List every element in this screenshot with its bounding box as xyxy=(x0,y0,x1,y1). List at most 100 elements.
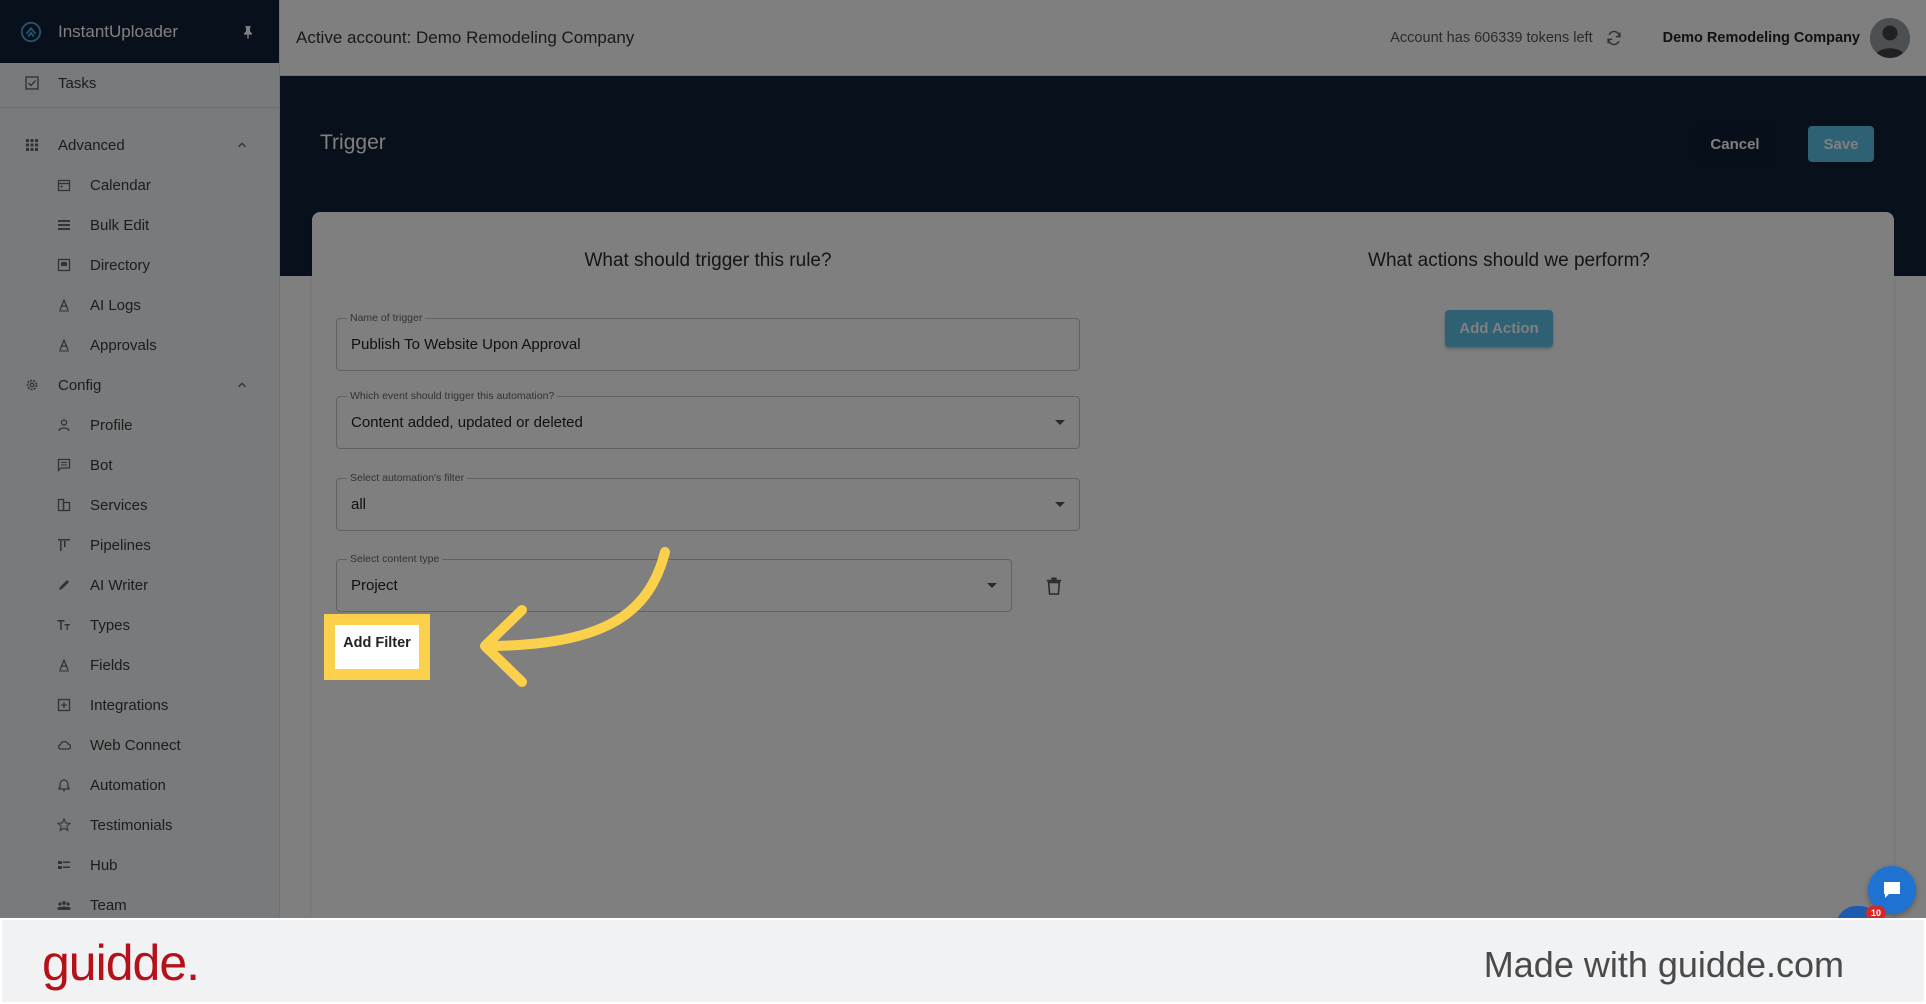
active-account-label: Active account: Demo Remodeling Company xyxy=(296,27,635,47)
pin-icon[interactable] xyxy=(237,21,259,43)
sidebar-item-label: Fields xyxy=(90,656,131,674)
person-icon xyxy=(56,417,72,433)
delete-icon[interactable] xyxy=(1043,574,1065,598)
avatar[interactable] xyxy=(1870,17,1910,58)
sidebar-item-label: Approvals xyxy=(90,336,157,354)
dropdown-arrow-icon xyxy=(987,582,997,588)
sidebar-item-ai-writer[interactable]: AI Writer xyxy=(0,565,279,605)
list-icon xyxy=(56,217,72,233)
sidebar-item-label: Directory xyxy=(90,256,151,274)
sidebar: InstantUploader Tasks Advanced Calendar … xyxy=(0,0,280,918)
sidebar-header: InstantUploader xyxy=(0,0,279,63)
pipeline-icon xyxy=(56,537,72,553)
chat-bubble-icon xyxy=(1884,882,1900,898)
event-select-value: Content added, updated or deleted xyxy=(351,414,583,431)
content-type-select[interactable]: Select content type Project xyxy=(336,553,1012,612)
filter-select-value: all xyxy=(351,496,367,513)
sidebar-item-label: Profile xyxy=(90,416,133,434)
trigger-name-field[interactable]: Name of trigger Publish To Website Upon … xyxy=(336,312,1080,371)
directory-icon xyxy=(56,257,72,273)
letter-a-icon xyxy=(56,337,72,353)
hub-icon xyxy=(56,857,72,873)
sidebar-item-label: Calendar xyxy=(90,176,151,194)
sidebar-item-label: Integrations xyxy=(90,696,169,714)
gear-icon xyxy=(24,377,40,393)
pencil-icon xyxy=(56,577,72,593)
guidde-logo: guidde. xyxy=(42,935,200,991)
sidebar-item-label: Automation xyxy=(90,776,166,794)
sidebar-item-label: Hub xyxy=(90,856,118,874)
sidebar-item-bulk-edit[interactable]: Bulk Edit xyxy=(0,205,279,245)
plus-box-icon xyxy=(56,697,72,713)
cancel-button[interactable]: Cancel xyxy=(1695,126,1775,162)
bell-icon xyxy=(56,777,72,793)
sidebar-item-services[interactable]: Services xyxy=(0,485,279,525)
sidebar-item-calendar[interactable]: Calendar xyxy=(0,165,279,205)
sidebar-item-testimonials[interactable]: Testimonials xyxy=(0,805,279,845)
top-bar: Active account: Demo Remodeling Company … xyxy=(280,0,1926,76)
sidebar-item-label: Tasks xyxy=(58,74,97,92)
sidebar-item-label: Testimonials xyxy=(90,816,173,834)
company-name[interactable]: Demo Remodeling Company xyxy=(1663,30,1860,46)
sidebar-item-label: Services xyxy=(90,496,148,514)
star-icon xyxy=(56,817,72,833)
sidebar-item-label: Config xyxy=(58,376,102,394)
chevron-up-icon[interactable] xyxy=(234,377,250,393)
sidebar-item-label: AI Logs xyxy=(90,296,141,314)
sidebar-item-tasks[interactable]: Tasks xyxy=(0,63,279,103)
tokens-text: Account has 606339 tokens left xyxy=(1390,29,1593,46)
sidebar-item-config[interactable]: Config xyxy=(0,365,279,405)
sidebar-item-label: Types xyxy=(90,616,131,634)
sidebar-item-advanced[interactable]: Advanced xyxy=(0,125,279,165)
filter-select[interactable]: Select automation's filter all xyxy=(336,472,1080,531)
sidebar-item-approvals[interactable]: Approvals xyxy=(0,325,279,365)
sidebar-item-directory[interactable]: Directory xyxy=(0,245,279,285)
made-with-text: Made with guidde.com xyxy=(1483,944,1844,985)
page-title: Trigger xyxy=(320,131,386,154)
content-type-value: Project xyxy=(351,577,398,594)
trigger-card: What should trigger this rule? What acti… xyxy=(312,212,1894,932)
save-button[interactable]: Save xyxy=(1808,126,1874,162)
grid-icon xyxy=(24,137,40,153)
footer-bar: guidde. Made with guidde.com xyxy=(0,918,1926,1004)
sidebar-item-integrations[interactable]: Integrations xyxy=(0,685,279,725)
sidebar-item-fields[interactable]: Fields xyxy=(0,645,279,685)
sidebar-item-team[interactable]: Team xyxy=(0,885,279,918)
sidebar-item-hub[interactable]: Hub xyxy=(0,845,279,885)
sidebar-item-types[interactable]: Types xyxy=(0,605,279,645)
dropdown-arrow-icon xyxy=(1055,501,1065,507)
refresh-icon[interactable] xyxy=(1603,27,1625,49)
services-icon xyxy=(56,497,72,513)
chevron-up-icon[interactable] xyxy=(234,137,250,153)
trigger-name-value: Publish To Website Upon Approval xyxy=(351,336,581,353)
tokens-status: Account has 606339 tokens left xyxy=(1390,27,1624,49)
app-name: InstantUploader xyxy=(58,21,179,41)
sidebar-item-ai-logs[interactable]: AI Logs xyxy=(0,285,279,325)
sidebar-item-label: Team xyxy=(90,896,127,914)
sidebar-item-label: Bot xyxy=(90,456,113,474)
sidebar-item-bot[interactable]: Bot xyxy=(0,445,279,485)
sidebar-item-label: AI Writer xyxy=(90,576,149,594)
letter-a-icon xyxy=(56,657,72,673)
sidebar-item-label: Pipelines xyxy=(90,536,151,554)
sidebar-item-web-connect[interactable]: Web Connect xyxy=(0,725,279,765)
event-select[interactable]: Which event should trigger this automati… xyxy=(336,390,1080,449)
calendar-icon xyxy=(56,177,72,193)
sidebar-item-automation[interactable]: Automation xyxy=(0,765,279,805)
sidebar-divider xyxy=(0,107,279,108)
chat-icon xyxy=(56,457,72,473)
dropdown-arrow-icon xyxy=(1055,419,1065,425)
sidebar-item-profile[interactable]: Profile xyxy=(0,405,279,445)
add-action-button[interactable]: Add Action xyxy=(1445,310,1553,347)
highlight-frame: Add Filter xyxy=(324,614,430,680)
actions-heading: What actions should we perform? xyxy=(1368,250,1650,271)
text-type-icon xyxy=(56,617,72,633)
sidebar-item-pipelines[interactable]: Pipelines xyxy=(0,525,279,565)
sidebar-item-label: Web Connect xyxy=(90,736,181,754)
trigger-heading: What should trigger this rule? xyxy=(584,250,832,271)
team-icon xyxy=(56,897,72,913)
checkbox-icon xyxy=(24,75,40,91)
sidebar-item-label: Bulk Edit xyxy=(90,216,150,234)
add-filter-button[interactable]: Add Filter xyxy=(335,625,419,661)
sidebar-item-label: Advanced xyxy=(58,136,125,154)
